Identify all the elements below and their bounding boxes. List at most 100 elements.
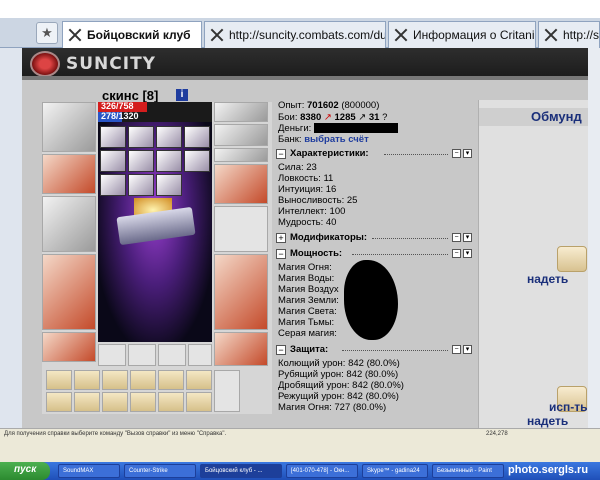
dark-glasses-scroll-icon[interactable] xyxy=(130,370,156,390)
ring-slot[interactable] xyxy=(128,174,154,196)
tab-suncity-partial[interactable]: http://su xyxy=(538,21,600,48)
pocket-slot[interactable] xyxy=(158,344,186,366)
shield-scroll-icon[interactable] xyxy=(74,392,100,412)
protection-title: Защита: xyxy=(290,344,329,355)
armor-slot[interactable] xyxy=(42,254,96,330)
ring-slot[interactable] xyxy=(156,126,182,148)
ring-slot[interactable] xyxy=(156,174,182,196)
section-up-icon[interactable]: − xyxy=(452,345,461,354)
character-level: [8] xyxy=(142,88,159,103)
protection-crush: Дробящий урон: 842 (80.0%) xyxy=(278,380,404,391)
bank-label: Банк: xyxy=(278,134,302,145)
stone-scroll-icon[interactable] xyxy=(130,392,156,412)
section-down-icon[interactable]: ▾ xyxy=(463,345,472,354)
ring-slot[interactable] xyxy=(100,150,126,172)
boots-slot[interactable] xyxy=(214,332,268,366)
helmet-slot[interactable] xyxy=(42,102,96,152)
collapse-icon[interactable]: − xyxy=(276,345,286,355)
equip-link-2[interactable]: надеть xyxy=(527,414,568,428)
ring-slot[interactable] xyxy=(184,126,210,148)
shield-slot[interactable] xyxy=(214,206,268,252)
taskbar-item[interactable]: SoundMAX xyxy=(58,464,120,478)
pocket-slot[interactable] xyxy=(188,344,212,366)
window-scrollbar[interactable] xyxy=(588,48,600,428)
ring-slot[interactable] xyxy=(128,150,154,172)
ring-slot[interactable] xyxy=(184,150,210,172)
heart-scroll-icon[interactable] xyxy=(46,370,72,390)
banner-stripe xyxy=(22,76,588,80)
battles-wins: 8380 xyxy=(300,112,322,123)
section-up-icon[interactable]: − xyxy=(452,149,461,158)
weapon-slot[interactable] xyxy=(42,196,96,252)
section-down-icon[interactable]: ▾ xyxy=(463,249,472,258)
tab-critanik-info[interactable]: Информация о Critanik xyxy=(388,21,536,48)
use-link[interactable]: исп-ть xyxy=(549,400,588,414)
close-tab-icon[interactable] xyxy=(544,28,558,42)
collapse-icon[interactable]: − xyxy=(276,249,286,259)
experience-label: Опыт: xyxy=(278,100,305,111)
taskbar-item[interactable]: [401-070-478] - Окн... xyxy=(286,464,358,478)
character-info-icon[interactable]: i xyxy=(176,89,188,101)
pocket-slot[interactable] xyxy=(128,344,156,366)
book-scroll-icon[interactable] xyxy=(46,392,72,412)
cancel-scroll-icon[interactable] xyxy=(74,370,100,390)
protection-chop: Рубящий урон: 842 (80.0%) xyxy=(278,369,399,380)
tab-suncity-dungeon[interactable]: http://suncity.combats.com/dun... xyxy=(204,21,386,48)
gloves-slot[interactable] xyxy=(214,164,268,204)
bracers-slot[interactable] xyxy=(42,154,96,194)
power-redaction xyxy=(344,260,398,340)
favorites-star-icon[interactable]: ★ xyxy=(36,22,58,44)
taskbar-item[interactable]: Бойцовский клуб - ... xyxy=(200,464,282,478)
magic-scroll-icon[interactable] xyxy=(158,370,184,390)
characteristics-header[interactable]: − Характеристики: − ▾ xyxy=(276,148,474,160)
ring-slot[interactable] xyxy=(128,126,154,148)
cross-scroll-icon[interactable] xyxy=(186,392,212,412)
empty-scroll-slot[interactable] xyxy=(214,370,240,412)
taskbar-item[interactable]: Безымянный - Paint xyxy=(432,464,504,478)
close-tab-icon[interactable] xyxy=(394,28,408,42)
section-down-icon[interactable]: ▾ xyxy=(463,233,472,242)
equip-link[interactable]: надеть xyxy=(527,272,568,286)
belt-slot[interactable] xyxy=(42,332,96,362)
ring-slot[interactable] xyxy=(100,126,126,148)
status-coords: 224,278 xyxy=(486,431,508,437)
ring-slot[interactable] xyxy=(100,174,126,196)
sword-scroll-icon[interactable] xyxy=(102,392,128,412)
pocket-slot[interactable] xyxy=(98,344,126,366)
choose-account-link[interactable]: выбрать счёт xyxy=(304,134,369,145)
close-tab-icon[interactable] xyxy=(68,28,82,42)
bank-row: Банк: выбрать счёт xyxy=(278,134,369,145)
power-header[interactable]: − Мощность: − ▾ xyxy=(276,248,474,260)
ring-slot[interactable] xyxy=(156,150,182,172)
section-up-icon[interactable]: − xyxy=(452,233,461,242)
earring-slot[interactable] xyxy=(214,102,268,122)
power-scroll-icon[interactable] xyxy=(186,370,212,390)
leggings-slot[interactable] xyxy=(214,254,268,330)
amulet-slot[interactable] xyxy=(214,124,268,146)
mana-text: 278/1320 xyxy=(101,111,139,121)
modifiers-header[interactable]: + Модификаторы: − ▾ xyxy=(276,232,474,244)
mask-scroll-icon[interactable] xyxy=(102,370,128,390)
stat-wisdom: Мудрость: 40 xyxy=(278,217,337,228)
section-up-icon[interactable]: − xyxy=(452,249,461,258)
tab-fight-club[interactable]: Бойцовский клуб xyxy=(62,21,202,49)
protection-header[interactable]: − Защита: − ▾ xyxy=(276,344,474,356)
collapse-icon[interactable]: − xyxy=(276,149,286,159)
taskbar-item[interactable]: Counter-Strike xyxy=(124,464,196,478)
start-button[interactable]: пуск xyxy=(0,462,50,480)
expand-icon[interactable]: + xyxy=(276,233,286,243)
power-title: Мощность: xyxy=(290,248,343,259)
section-down-icon[interactable]: ▾ xyxy=(463,149,472,158)
heal-scroll-icon[interactable] xyxy=(158,392,184,412)
scroll-icon[interactable] xyxy=(557,246,587,272)
character-avatar[interactable]: 326/758 278/1320 xyxy=(98,101,212,342)
stat-strength: Сила: 23 xyxy=(278,162,317,173)
wins-icon: ↗ xyxy=(323,112,332,123)
equipment-panel: 326/758 278/1320 xyxy=(42,101,272,414)
taskbar-item[interactable]: Skype™ - gadina24 xyxy=(362,464,428,478)
close-tab-icon[interactable] xyxy=(210,28,224,42)
rings-slot[interactable] xyxy=(214,148,268,162)
panel-header-title: Обмунд xyxy=(531,109,582,124)
battles-help[interactable]: ? xyxy=(382,112,387,123)
panel-header: Обмунд xyxy=(479,108,588,126)
